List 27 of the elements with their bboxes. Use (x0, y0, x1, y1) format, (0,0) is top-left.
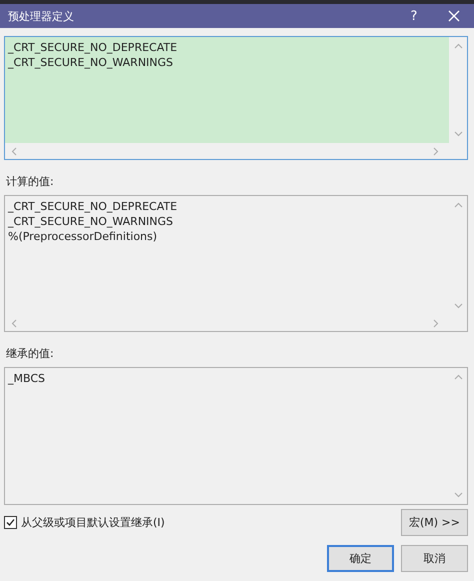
scroll-down-icon[interactable] (454, 303, 462, 309)
window-title: 预处理器定义 (8, 8, 75, 24)
scroll-left-icon[interactable] (11, 146, 17, 156)
scroll-left-icon[interactable] (11, 318, 17, 328)
cancel-button[interactable]: 取消 (401, 545, 468, 572)
checkbox[interactable] (4, 516, 17, 529)
scroll-right-icon[interactable] (433, 318, 439, 328)
scroll-down-icon[interactable] (454, 131, 462, 137)
inherited-label: 继承的值: (6, 346, 55, 361)
scroll-up-icon[interactable] (454, 202, 462, 208)
definitions-text-area[interactable]: _CRT_SECURE_NO_DEPRECATE _CRT_SECURE_NO_WARNINGS (4, 36, 468, 160)
checkmark-icon (5, 517, 16, 528)
scroll-right-icon[interactable] (433, 146, 439, 156)
scroll-up-icon[interactable] (454, 374, 462, 380)
macros-button[interactable]: 宏(M) >> (401, 509, 468, 536)
evaluated-line: %(PreprocessorDefinitions) (8, 229, 158, 244)
ok-button[interactable]: 确定 (327, 545, 394, 572)
help-button[interactable]: ? (394, 4, 434, 28)
scroll-down-icon[interactable] (454, 492, 462, 498)
evaluated-label: 计算的值: (6, 174, 55, 189)
definition-line: _CRT_SECURE_NO_DEPRECATE (8, 40, 178, 55)
evaluated-line: _CRT_SECURE_NO_DEPRECATE (8, 199, 178, 214)
inherited-line: _MBCS (8, 371, 46, 386)
evaluated-line: _CRT_SECURE_NO_WARNINGS (8, 214, 174, 229)
close-icon (448, 10, 460, 22)
scroll-up-icon[interactable] (454, 43, 462, 49)
definition-line: _CRT_SECURE_NO_WARNINGS (8, 55, 174, 70)
